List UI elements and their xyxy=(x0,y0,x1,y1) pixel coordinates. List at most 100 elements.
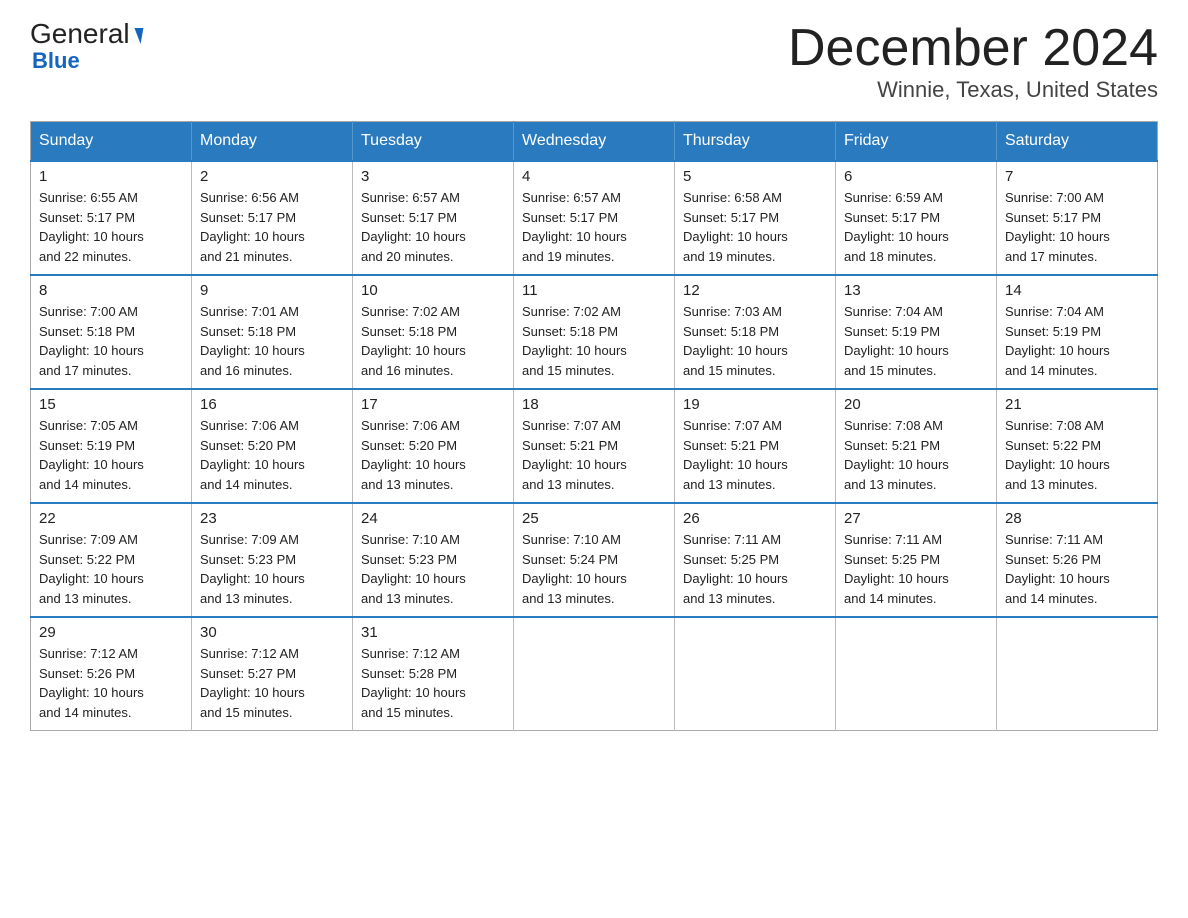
day-number: 20 xyxy=(844,396,988,413)
calendar-cell: 18 Sunrise: 7:07 AMSunset: 5:21 PMDayligh… xyxy=(514,389,675,503)
day-number: 4 xyxy=(522,168,666,185)
day-info: Sunrise: 7:11 AMSunset: 5:25 PMDaylight:… xyxy=(844,530,988,608)
calendar-cell: 21Sunrise: 7:08 AMSunset: 5:22 PMDayligh… xyxy=(997,389,1158,503)
calendar-cell: 1 Sunrise: 6:55 AMSunset: 5:17 PMDaylight… xyxy=(31,161,192,275)
day-number: 6 xyxy=(844,168,988,185)
calendar-cell: 3Sunrise: 6:57 AMSunset: 5:17 PMDaylight… xyxy=(353,161,514,275)
day-number: 24 xyxy=(361,510,505,527)
day-number: 28 xyxy=(1005,510,1149,527)
day-number: 26 xyxy=(683,510,827,527)
day-header-monday: Monday xyxy=(192,122,353,162)
day-number: 16 xyxy=(200,396,344,413)
logo: General Blue xyxy=(30,20,142,72)
calendar-cell: 19Sunrise: 7:07 AMSunset: 5:21 PMDayligh… xyxy=(675,389,836,503)
calendar-cell: 5 Sunrise: 6:58 AMSunset: 5:17 PMDaylight… xyxy=(675,161,836,275)
day-number: 27 xyxy=(844,510,988,527)
day-info: Sunrise: 6:55 AMSunset: 5:17 PMDaylight:… xyxy=(39,188,183,266)
calendar-cell: 8Sunrise: 7:00 AMSunset: 5:18 PMDaylight… xyxy=(31,275,192,389)
calendar-cell: 29 Sunrise: 7:12 AMSunset: 5:26 PMDayligh… xyxy=(31,617,192,731)
day-info: Sunrise: 7:06 AMSunset: 5:20 PMDaylight:… xyxy=(200,416,344,494)
calendar-week-2: 8Sunrise: 7:00 AMSunset: 5:18 PMDaylight… xyxy=(31,275,1158,389)
day-info: Sunrise: 6:58 AMSunset: 5:17 PMDaylight:… xyxy=(683,188,827,266)
calendar-week-5: 29 Sunrise: 7:12 AMSunset: 5:26 PMDayligh… xyxy=(31,617,1158,731)
day-info: Sunrise: 7:02 AMSunset: 5:18 PMDaylight:… xyxy=(522,302,666,380)
calendar-week-4: 22Sunrise: 7:09 AMSunset: 5:22 PMDayligh… xyxy=(31,503,1158,617)
calendar-cell: 11 Sunrise: 7:02 AMSunset: 5:18 PMDayligh… xyxy=(514,275,675,389)
day-number: 10 xyxy=(361,282,505,299)
day-info: Sunrise: 7:01 AMSunset: 5:18 PMDaylight:… xyxy=(200,302,344,380)
calendar-cell: 14Sunrise: 7:04 AMSunset: 5:19 PMDayligh… xyxy=(997,275,1158,389)
day-info: Sunrise: 7:00 AMSunset: 5:18 PMDaylight:… xyxy=(39,302,183,380)
day-number: 18 xyxy=(522,396,666,413)
day-info: Sunrise: 7:07 AMSunset: 5:21 PMDaylight:… xyxy=(522,416,666,494)
calendar-cell: 25 Sunrise: 7:10 AMSunset: 5:24 PMDayligh… xyxy=(514,503,675,617)
day-number: 7 xyxy=(1005,168,1149,185)
calendar-cell: 2 Sunrise: 6:56 AMSunset: 5:17 PMDaylight… xyxy=(192,161,353,275)
calendar-cell: 27 Sunrise: 7:11 AMSunset: 5:25 PMDayligh… xyxy=(836,503,997,617)
calendar-cell: 30Sunrise: 7:12 AMSunset: 5:27 PMDayligh… xyxy=(192,617,353,731)
calendar-cell: 16 Sunrise: 7:06 AMSunset: 5:20 PMDayligh… xyxy=(192,389,353,503)
calendar-cell: 28 Sunrise: 7:11 AMSunset: 5:26 PMDayligh… xyxy=(997,503,1158,617)
title-block: December 2024 Winnie, Texas, United Stat… xyxy=(788,20,1158,103)
day-info: Sunrise: 7:08 AMSunset: 5:22 PMDaylight:… xyxy=(1005,416,1149,494)
day-info: Sunrise: 6:56 AMSunset: 5:17 PMDaylight:… xyxy=(200,188,344,266)
calendar-table: SundayMondayTuesdayWednesdayThursdayFrid… xyxy=(30,121,1158,731)
calendar-cell: 15Sunrise: 7:05 AMSunset: 5:19 PMDayligh… xyxy=(31,389,192,503)
calendar-cell: 20 Sunrise: 7:08 AMSunset: 5:21 PMDayligh… xyxy=(836,389,997,503)
day-info: Sunrise: 6:59 AMSunset: 5:17 PMDaylight:… xyxy=(844,188,988,266)
calendar-week-1: 1 Sunrise: 6:55 AMSunset: 5:17 PMDaylight… xyxy=(31,161,1158,275)
day-info: Sunrise: 7:03 AMSunset: 5:18 PMDaylight:… xyxy=(683,302,827,380)
calendar-cell: 17 Sunrise: 7:06 AMSunset: 5:20 PMDayligh… xyxy=(353,389,514,503)
calendar-cell: 26 Sunrise: 7:11 AMSunset: 5:25 PMDayligh… xyxy=(675,503,836,617)
calendar-cell: 31 Sunrise: 7:12 AMSunset: 5:28 PMDayligh… xyxy=(353,617,514,731)
day-info: Sunrise: 6:57 AMSunset: 5:17 PMDaylight:… xyxy=(522,188,666,266)
calendar-cell: 9 Sunrise: 7:01 AMSunset: 5:18 PMDaylight… xyxy=(192,275,353,389)
day-info: Sunrise: 7:02 AMSunset: 5:18 PMDaylight:… xyxy=(361,302,505,380)
day-info: Sunrise: 7:11 AMSunset: 5:26 PMDaylight:… xyxy=(1005,530,1149,608)
day-info: Sunrise: 7:12 AMSunset: 5:26 PMDaylight:… xyxy=(39,644,183,722)
day-header-friday: Friday xyxy=(836,122,997,162)
calendar-cell xyxy=(514,617,675,731)
day-number: 23 xyxy=(200,510,344,527)
calendar-cell: 22Sunrise: 7:09 AMSunset: 5:22 PMDayligh… xyxy=(31,503,192,617)
calendar-cell xyxy=(997,617,1158,731)
day-number: 9 xyxy=(200,282,344,299)
day-info: Sunrise: 7:12 AMSunset: 5:27 PMDaylight:… xyxy=(200,644,344,722)
day-header-thursday: Thursday xyxy=(675,122,836,162)
calendar-subtitle: Winnie, Texas, United States xyxy=(788,77,1158,103)
day-info: Sunrise: 7:12 AMSunset: 5:28 PMDaylight:… xyxy=(361,644,505,722)
day-number: 1 xyxy=(39,168,183,185)
day-number: 11 xyxy=(522,282,666,299)
day-header-sunday: Sunday xyxy=(31,122,192,162)
calendar-cell: 6 Sunrise: 6:59 AMSunset: 5:17 PMDaylight… xyxy=(836,161,997,275)
calendar-cell: 24 Sunrise: 7:10 AMSunset: 5:23 PMDayligh… xyxy=(353,503,514,617)
calendar-cell xyxy=(836,617,997,731)
day-info: Sunrise: 7:10 AMSunset: 5:23 PMDaylight:… xyxy=(361,530,505,608)
logo-text-part1: General xyxy=(30,20,142,48)
day-info: Sunrise: 7:11 AMSunset: 5:25 PMDaylight:… xyxy=(683,530,827,608)
calendar-cell: 7Sunrise: 7:00 AMSunset: 5:17 PMDaylight… xyxy=(997,161,1158,275)
day-info: Sunrise: 7:06 AMSunset: 5:20 PMDaylight:… xyxy=(361,416,505,494)
day-number: 13 xyxy=(844,282,988,299)
day-info: Sunrise: 7:10 AMSunset: 5:24 PMDaylight:… xyxy=(522,530,666,608)
day-number: 5 xyxy=(683,168,827,185)
calendar-cell: 13 Sunrise: 7:04 AMSunset: 5:19 PMDayligh… xyxy=(836,275,997,389)
day-info: Sunrise: 7:09 AMSunset: 5:22 PMDaylight:… xyxy=(39,530,183,608)
day-number: 17 xyxy=(361,396,505,413)
day-info: Sunrise: 7:08 AMSunset: 5:21 PMDaylight:… xyxy=(844,416,988,494)
day-info: Sunrise: 7:04 AMSunset: 5:19 PMDaylight:… xyxy=(844,302,988,380)
day-number: 2 xyxy=(200,168,344,185)
day-number: 14 xyxy=(1005,282,1149,299)
day-number: 15 xyxy=(39,396,183,413)
page-header: General Blue December 2024 Winnie, Texas… xyxy=(30,20,1158,103)
calendar-week-3: 15Sunrise: 7:05 AMSunset: 5:19 PMDayligh… xyxy=(31,389,1158,503)
day-number: 12 xyxy=(683,282,827,299)
day-header-wednesday: Wednesday xyxy=(514,122,675,162)
logo-text-part2: Blue xyxy=(32,50,80,72)
day-number: 25 xyxy=(522,510,666,527)
calendar-cell: 12 Sunrise: 7:03 AMSunset: 5:18 PMDayligh… xyxy=(675,275,836,389)
calendar-title: December 2024 xyxy=(788,20,1158,77)
calendar-cell: 23Sunrise: 7:09 AMSunset: 5:23 PMDayligh… xyxy=(192,503,353,617)
day-number: 31 xyxy=(361,624,505,641)
day-number: 29 xyxy=(39,624,183,641)
